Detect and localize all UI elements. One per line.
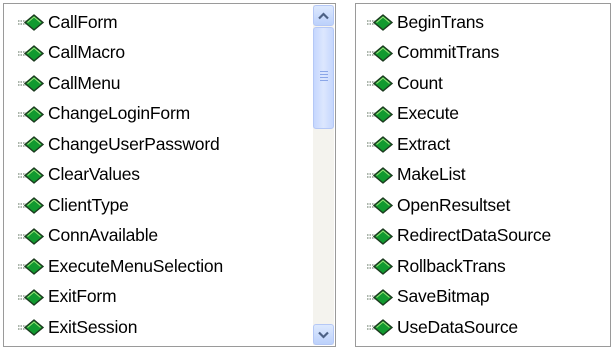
right-method-list[interactable]: BeginTrans CommitTrans Count Execute Ext… [355,3,611,347]
list-item[interactable]: CallMacro [4,38,313,68]
method-icon [365,226,395,246]
list-item[interactable]: ChangeUserPassword [4,129,313,159]
chevron-down-icon [318,326,329,344]
list-item[interactable]: ExitSession [4,312,313,342]
list-item-label: ClearValues [48,164,140,184]
method-icon [365,12,395,32]
list-item[interactable]: RedirectDataSource [356,221,610,251]
left-method-items: CallForm CallMacro CallMenu ChangeLoginF… [4,4,313,346]
method-icon [16,104,46,124]
right-method-items: BeginTrans CommitTrans Count Execute Ext… [356,4,610,346]
list-item[interactable]: CallMenu [4,68,313,98]
list-item[interactable]: ExecuteMenuSelection [4,251,313,281]
list-item-label: CallForm [48,11,118,32]
method-icon [16,195,46,215]
list-item-label: CommitTrans [397,42,500,62]
list-item-label: ExitSession [48,316,138,337]
list-item-label: BeginTrans [397,11,484,32]
list-item[interactable]: Extract [356,129,610,159]
scroll-down-button[interactable] [313,324,334,345]
list-item-label: RedirectDataSource [397,225,551,245]
scroll-up-button[interactable] [313,5,334,26]
method-icon [365,104,395,124]
list-item[interactable]: CommitTrans [356,38,610,68]
list-item-label: Count [397,72,443,93]
list-item-label: ExitForm [48,286,117,306]
method-icon [16,73,46,93]
method-icon [16,226,46,246]
list-item-label: ChangeLoginForm [48,103,190,123]
method-icon [365,134,395,154]
list-item[interactable]: OpenResultset [356,190,610,220]
list-item[interactable]: UseDataSource [356,312,610,342]
list-item[interactable]: SaveBitmap [356,282,610,312]
list-item[interactable]: CallForm [4,7,313,37]
list-item[interactable]: ClearValues [4,160,313,190]
method-icon [16,256,46,276]
list-item[interactable]: Execute [356,99,610,129]
list-item-label: ExecuteMenuSelection [48,255,223,276]
list-item-label: CallMacro [48,42,125,62]
list-item-label: ClientType [48,194,129,215]
method-icon [365,165,395,185]
method-icon [16,165,46,185]
method-icon [365,43,395,63]
list-item[interactable]: ExitForm [4,282,313,312]
method-icon [365,195,395,215]
list-item[interactable]: Count [356,68,610,98]
list-item-label: Extract [397,133,451,154]
list-item[interactable]: ConnAvailable [4,221,313,251]
list-item-label: Execute [397,103,459,123]
thumb-grip-line [320,74,328,75]
list-item-label: MakeList [397,164,466,184]
method-icon [365,287,395,307]
list-item-label: RollbackTrans [397,255,506,276]
list-item[interactable]: RollbackTrans [356,251,610,281]
thumb-grip-line [320,71,328,72]
scroll-thumb[interactable] [313,27,334,129]
left-method-list[interactable]: CallForm CallMacro CallMenu ChangeLoginF… [3,3,336,347]
method-icon [365,256,395,276]
list-item[interactable]: MakeList [356,160,610,190]
list-item-label: ChangeUserPassword [48,133,220,154]
list-item[interactable]: ChangeLoginForm [4,99,313,129]
list-item[interactable]: BeginTrans [356,7,610,37]
vertical-scrollbar[interactable] [313,5,334,345]
list-item-label: UseDataSource [397,316,518,337]
method-icon [16,317,46,337]
method-icon [16,43,46,63]
method-icon [365,73,395,93]
list-item[interactable]: ClientType [4,190,313,220]
list-item-label: CallMenu [48,72,121,93]
method-icon [16,287,46,307]
thumb-grip-line [320,80,328,81]
method-icon [365,317,395,337]
chevron-up-icon [318,7,329,25]
list-item-label: ConnAvailable [48,225,158,245]
thumb-grip-line [320,77,328,78]
list-item-label: OpenResultset [397,194,511,215]
method-icon [16,134,46,154]
method-icon [16,12,46,32]
list-item-label: SaveBitmap [397,286,490,306]
